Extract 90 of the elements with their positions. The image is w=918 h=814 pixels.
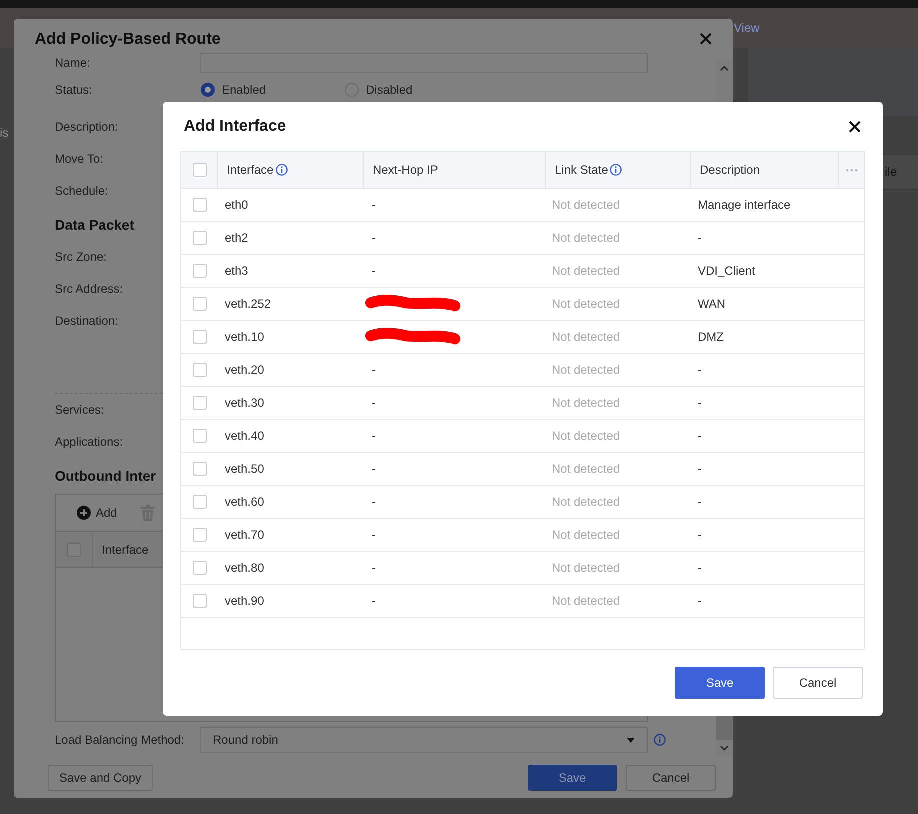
table-cell-text: Not detected [551,461,622,478]
section-heading: Data Packet [55,217,134,233]
info-icon [654,734,666,746]
cancel-button[interactable]: Cancel [773,667,863,699]
table-cell-text: - [371,527,377,544]
field-label: Services: [55,403,106,417]
table-cell-text: - [697,560,703,577]
radio-label: Enabled [222,83,266,97]
field-label: Load Balancing Method: [55,733,186,747]
save-button[interactable]: Save [528,765,617,791]
close-icon [849,120,861,132]
table-cell-text: - [697,395,703,412]
dropdown[interactable]: Round robin [200,727,648,753]
table-cell-text: Not detected [551,593,622,610]
table-cell-text: Not detected [551,494,622,511]
table-cell-text: Not detected [551,263,622,280]
table-cell-text: Not detected [551,560,622,577]
field-label: Status: [55,83,94,97]
table-cell-text: - [371,395,377,412]
table-cell-text: Not detected [551,395,622,412]
radio-label: Disabled [366,83,413,97]
table-cell-text: Not detected [551,230,622,247]
table-cell-text: Not detected [551,329,622,346]
field-label: Src Zone: [55,250,108,264]
save-button[interactable]: Save [675,667,765,699]
table-cell-text: - [697,428,703,445]
field-label: Name: [55,56,92,70]
table-cell-text: eth0 [224,197,250,214]
section-heading: Outbound Inter [55,468,156,484]
table-cell-text: Not detected [551,428,622,445]
table-cell-text: veth.60 [224,494,266,511]
table-cell-text: - [697,362,703,379]
field-label: Move To: [55,152,104,166]
dialog-title: Add Interface [184,118,286,136]
caret-icon [627,738,635,742]
column-header: Interface [227,163,274,177]
dialog-title: Add Policy-Based Route [35,31,221,49]
table-cell-text: eth3 [224,263,250,280]
column-header: Next-Hop IP [373,163,438,177]
table-cell-text: veth.70 [224,527,266,544]
table-cell-text: Not detected [551,296,622,313]
table-cell-text: veth.20 [224,362,266,379]
table-cell-text: Not detected [551,362,622,379]
table-cell-text: - [697,461,703,478]
table-cell-text: veth.40 [224,428,266,445]
table-cell-text: veth.80 [224,560,266,577]
table-cell-text: WAN [697,296,727,313]
field-label: Schedule: [55,184,110,198]
table-cell-text: - [697,527,703,544]
table-cell-text: veth.50 [224,461,266,478]
column-header: Interface [102,542,149,556]
table-cell-text: - [371,263,377,280]
action-button[interactable]: Cancel [626,765,716,791]
chevron-up-icon [720,66,729,71]
table-cell-text: veth.10 [224,329,266,346]
table-cell-text: - [371,428,377,445]
column-header: Link State [555,163,608,177]
close-button[interactable] [847,118,863,134]
table-cell-text: Not detected [551,527,622,544]
table-cell-text: - [697,494,703,511]
view-link[interactable]: View [734,21,760,35]
table-cell-text: - [697,593,703,610]
table-cell-text: - [371,560,377,577]
table-cell-text: veth.30 [224,395,266,412]
table-cell-text: DMZ [697,329,725,346]
table-cell-text: veth.90 [224,593,266,610]
table-cell-text: - [371,494,377,511]
table-cell-text: - [371,593,377,610]
close-icon [700,33,712,45]
truncated-text: is [0,126,9,140]
add-button[interactable]: Add [77,506,118,520]
chevron-down-icon [720,746,729,751]
table-cell-text: eth2 [224,230,250,247]
field-label: Src Address: [55,282,124,296]
table-cell-text: Manage interface [697,197,792,214]
column-header: Description [700,163,760,177]
radio-button[interactable] [201,83,215,97]
action-button[interactable]: Save and Copy [48,765,153,791]
table-cell-text: Not detected [551,197,622,214]
more-icon[interactable] [846,168,858,172]
plus-circle-icon [77,506,91,520]
table-cell-text: - [371,197,377,214]
field-label: Destination: [55,314,120,328]
table-cell-text: VDI_Client [697,263,756,280]
table-cell-text: - [371,230,377,247]
table-cell-text: veth.252 [224,296,272,313]
field-label: Applications: [55,435,124,449]
table-cell-text: - [697,230,703,247]
table-cell-text: - [371,362,377,379]
table-cell-text: - [371,461,377,478]
